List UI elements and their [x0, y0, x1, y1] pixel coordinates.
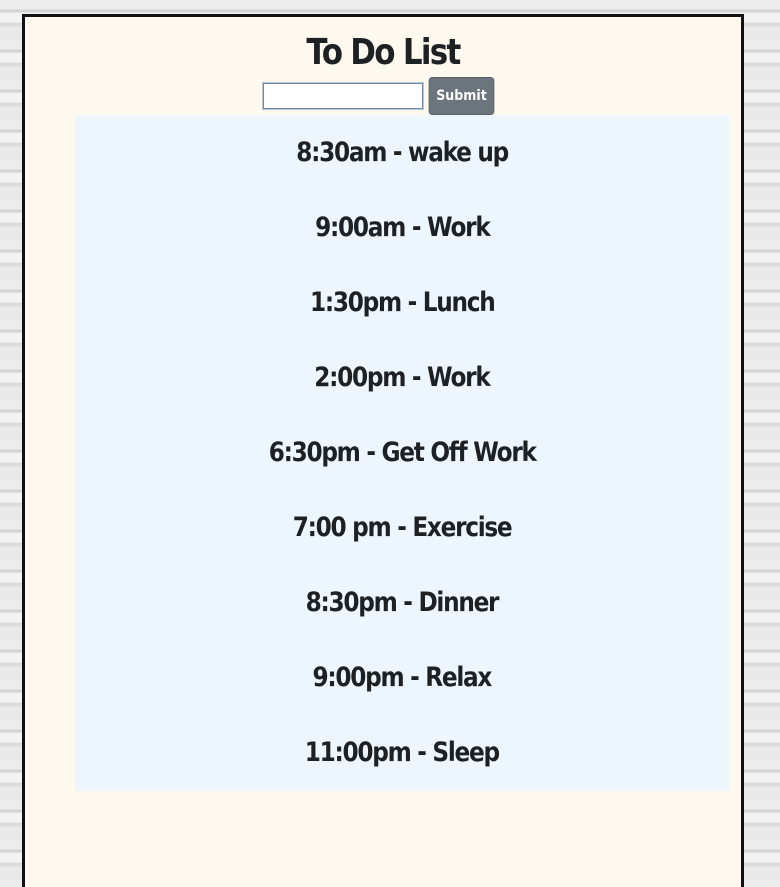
- task-text: 9:00pm - Relax: [312, 662, 493, 693]
- list-item: 7:00 pm - Exercise: [75, 490, 729, 565]
- task-text: 8:30pm - Dinner: [305, 587, 500, 618]
- submit-button[interactable]: Submit: [428, 77, 495, 115]
- task-text: 7:00 pm - Exercise: [292, 512, 513, 543]
- list-item: 1:30pm - Lunch: [75, 265, 729, 340]
- list-item: 2:00pm - Work: [75, 340, 729, 415]
- list-item: 8:30pm - Dinner: [75, 565, 729, 640]
- page-title: To Do List: [306, 32, 461, 73]
- task-list: 8:30am - wake up 9:00am - Work 1:30pm - …: [75, 115, 729, 791]
- task-text: 1:30pm - Lunch: [309, 287, 496, 318]
- list-item: 6:30pm - Get Off Work: [75, 415, 729, 490]
- list-item: 9:00pm - Relax: [75, 640, 729, 715]
- list-item: 11:00pm - Sleep: [75, 715, 729, 790]
- task-text: 9:00am - Work: [314, 212, 491, 243]
- add-task-form: Submit: [262, 77, 498, 115]
- task-text: 2:00pm - Work: [314, 362, 491, 393]
- task-input[interactable]: [262, 82, 424, 110]
- task-text: 6:30pm - Get Off Work: [268, 437, 537, 468]
- task-text: 8:30am - wake up: [296, 137, 509, 168]
- task-text: 11:00pm - Sleep: [305, 737, 500, 768]
- list-item: 8:30am - wake up: [75, 115, 729, 190]
- todo-card: To Do List Submit 8:30am - wake up 9:00a…: [22, 14, 744, 887]
- list-item: 9:00am - Work: [75, 190, 729, 265]
